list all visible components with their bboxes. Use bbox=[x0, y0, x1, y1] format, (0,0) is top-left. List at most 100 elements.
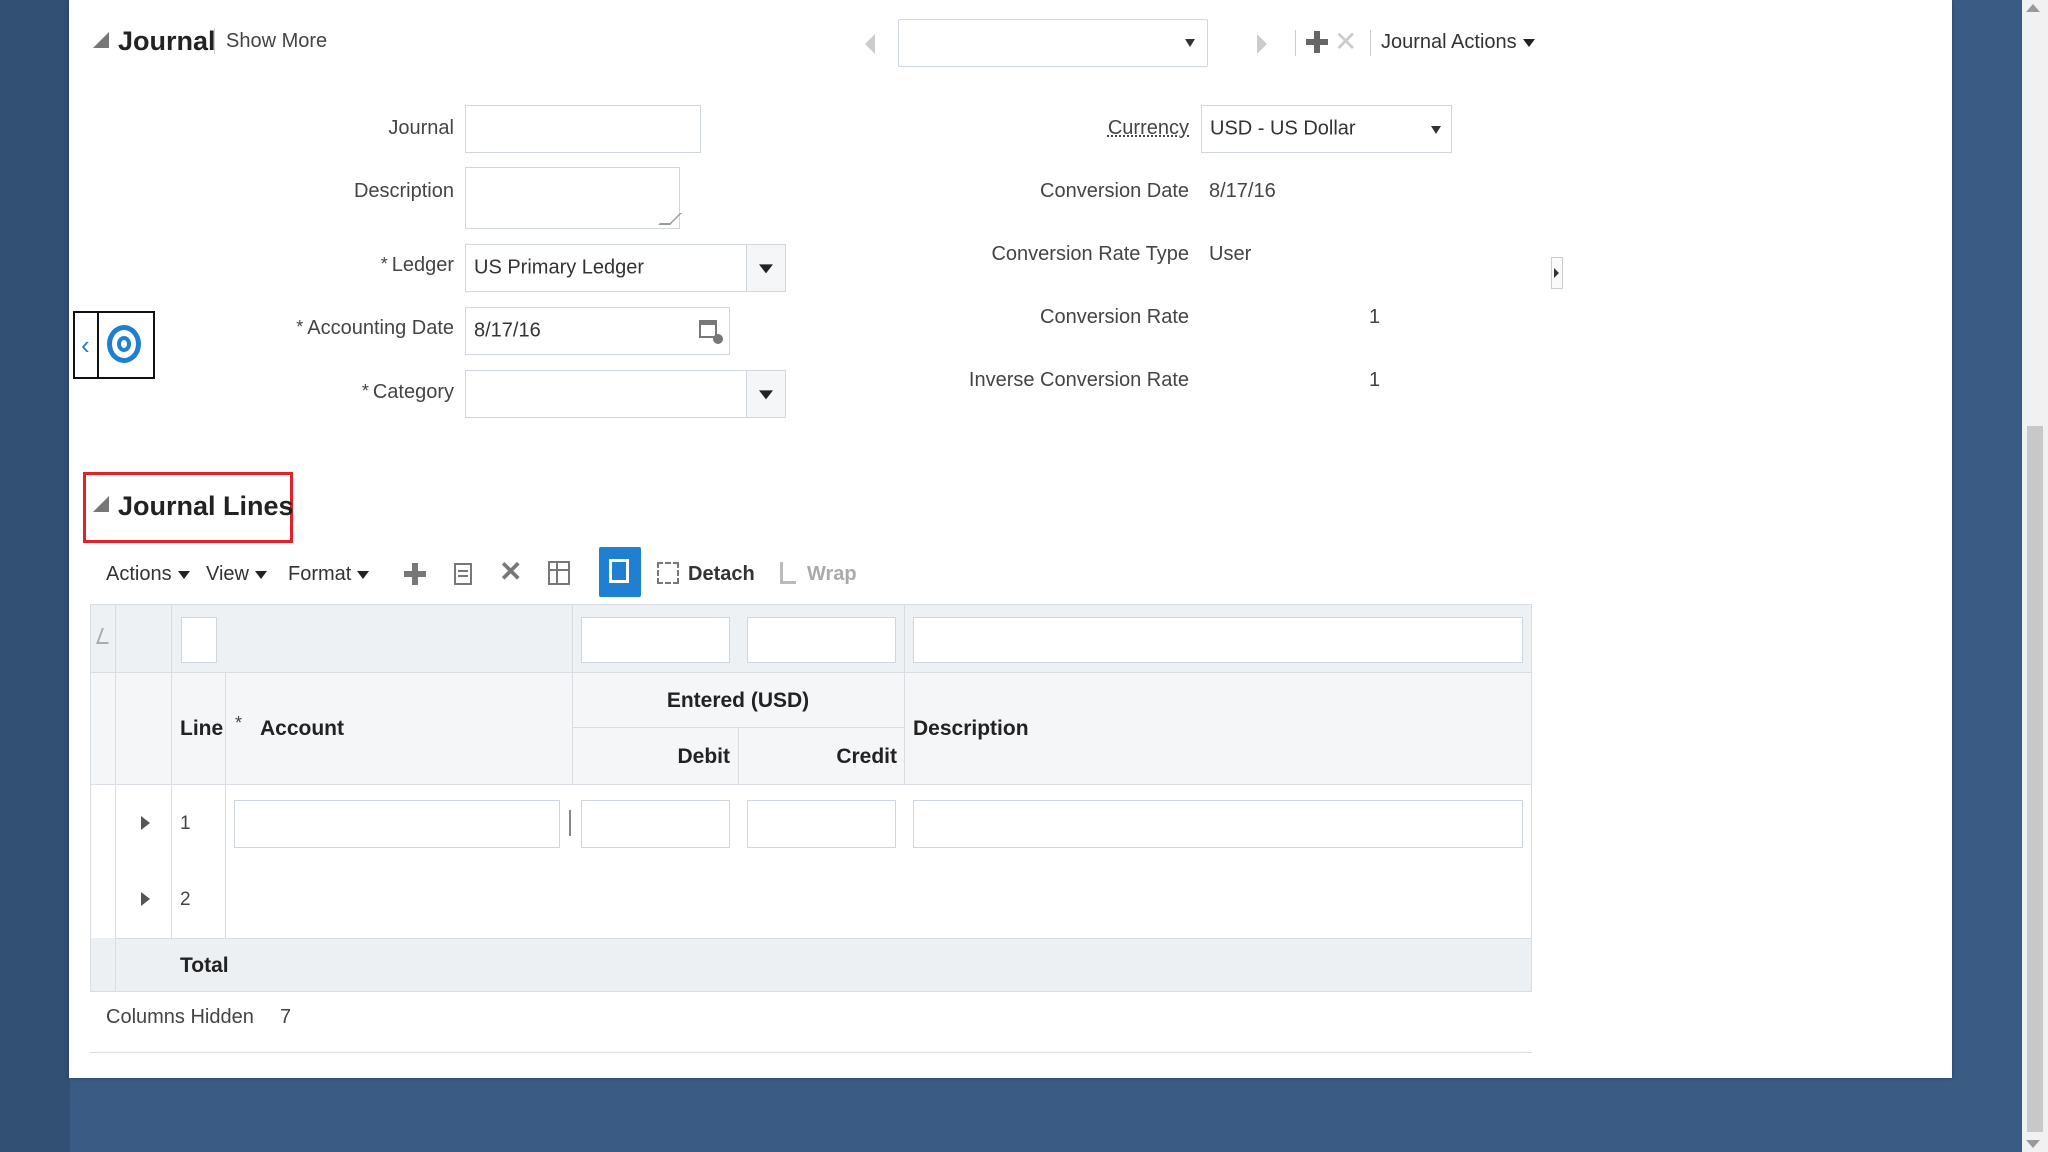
inverse-conversion-rate-label: Inverse Conversion Rate bbox=[968, 369, 1189, 391]
view-label: View bbox=[206, 563, 249, 585]
query-by-example-button[interactable] bbox=[599, 547, 641, 597]
column-header-description[interactable]: Description bbox=[913, 717, 1029, 741]
collapse-side-panel-button[interactable]: ‹ bbox=[75, 313, 99, 377]
chevron-down-icon bbox=[255, 570, 267, 579]
conversion-date-label: Conversion Date bbox=[1040, 180, 1189, 202]
inverse-conversion-rate-value: 1 bbox=[1369, 369, 1381, 391]
category-dropdown-button[interactable] bbox=[746, 371, 785, 417]
journal-actions-label: Journal Actions bbox=[1381, 31, 1517, 53]
conversion-date-value: 8/17/16 bbox=[1209, 180, 1276, 202]
divider bbox=[90, 1052, 1532, 1053]
add-row-icon[interactable] bbox=[404, 563, 426, 585]
total-row bbox=[91, 938, 1531, 991]
credit-input[interactable] bbox=[747, 800, 896, 848]
freeze-columns-icon[interactable] bbox=[548, 561, 570, 585]
next-icon[interactable] bbox=[1257, 34, 1267, 54]
currency-label[interactable]: Currency bbox=[1029, 117, 1189, 140]
conversion-rate-type-label: Conversion Rate Type bbox=[991, 243, 1189, 265]
scroll-down-icon[interactable] bbox=[2026, 1140, 2040, 1148]
filter-description-input[interactable] bbox=[913, 617, 1523, 663]
wrap-button[interactable]: Wrap bbox=[807, 563, 857, 586]
accounting-date-label-text: Accounting Date bbox=[307, 317, 454, 339]
required-mark: * bbox=[235, 713, 243, 733]
required-mark: * bbox=[380, 254, 388, 274]
columns-hidden-label: Columns Hidden bbox=[106, 1006, 254, 1028]
conversion-rate-value: 1 bbox=[1369, 306, 1381, 328]
journal-lines-title: Journal Lines bbox=[118, 491, 294, 521]
detach-icon bbox=[657, 562, 679, 584]
chevron-down-icon bbox=[759, 264, 773, 274]
journal-navigation-select[interactable] bbox=[898, 19, 1208, 67]
ledger-label-text: Ledger bbox=[391, 254, 454, 276]
collapse-journal-lines-icon[interactable] bbox=[93, 496, 109, 512]
line-number: 2 bbox=[180, 889, 191, 910]
account-lookup-divider bbox=[569, 810, 571, 836]
main-panel: Journal Show More ✕ Journal Actions Jour… bbox=[69, 0, 1952, 1078]
total-label: Total bbox=[180, 954, 229, 977]
format-label: Format bbox=[288, 563, 352, 585]
filter-credit-input[interactable] bbox=[747, 617, 896, 663]
required-mark: * bbox=[296, 317, 304, 337]
chevron-down-icon bbox=[177, 570, 190, 579]
divider bbox=[1295, 30, 1296, 56]
column-header-account[interactable]: Account bbox=[260, 717, 344, 741]
expand-row-icon[interactable] bbox=[141, 816, 150, 830]
chevron-down-icon bbox=[759, 390, 773, 400]
category-label-text: Category bbox=[372, 381, 454, 403]
column-header-debit[interactable]: Debit bbox=[572, 745, 731, 769]
category-select[interactable] bbox=[465, 370, 786, 418]
accounting-date-input[interactable]: 8/17/16 bbox=[465, 307, 730, 355]
chevron-down-icon bbox=[1431, 126, 1441, 134]
journal-actions-menu[interactable]: Journal Actions bbox=[1381, 31, 1535, 54]
chevron-left-icon: ‹ bbox=[81, 330, 90, 360]
accounting-date-label: * Accounting Date bbox=[209, 317, 454, 340]
line-description-input[interactable] bbox=[913, 800, 1523, 848]
description-textarea[interactable] bbox=[465, 167, 682, 229]
account-input[interactable] bbox=[234, 800, 560, 848]
expand-panel-handle[interactable] bbox=[1551, 257, 1563, 289]
chevron-down-icon bbox=[357, 570, 370, 579]
journal-input[interactable] bbox=[465, 105, 701, 153]
filter-debit-input[interactable] bbox=[581, 617, 730, 663]
journal-section-title: Journal bbox=[118, 26, 216, 56]
chevron-down-icon bbox=[1522, 38, 1535, 47]
help-circle-icon[interactable] bbox=[107, 325, 141, 363]
resize-handle-icon[interactable] bbox=[658, 213, 682, 225]
ledger-select[interactable]: US Primary Ledger bbox=[465, 244, 786, 292]
side-panel-toggle[interactable]: ‹ bbox=[73, 311, 155, 379]
expand-row-icon[interactable] bbox=[141, 892, 150, 906]
dropdown-arrow-icon bbox=[1185, 39, 1195, 47]
line-number: 1 bbox=[180, 813, 191, 834]
calendar-icon[interactable] bbox=[699, 320, 723, 344]
previous-icon[interactable] bbox=[865, 34, 875, 54]
ledger-dropdown-button[interactable] bbox=[746, 245, 785, 291]
scroll-up-icon[interactable] bbox=[2026, 4, 2040, 12]
delete-journal-icon[interactable]: ✕ bbox=[1334, 28, 1357, 56]
actions-menu[interactable]: Actions bbox=[106, 563, 190, 586]
ledger-label: * Ledger bbox=[269, 254, 454, 277]
chevron-right-icon bbox=[1554, 268, 1559, 278]
filter-line-input[interactable] bbox=[181, 617, 217, 663]
duplicate-row-icon[interactable] bbox=[454, 563, 472, 585]
detach-button[interactable]: Detach bbox=[688, 563, 755, 586]
category-label: * Category bbox=[269, 381, 454, 404]
column-header-entered: Entered (USD) bbox=[666, 689, 810, 712]
collapse-journal-icon[interactable] bbox=[93, 32, 109, 48]
vertical-scrollbar[interactable] bbox=[2022, 0, 2048, 1152]
currency-select[interactable]: USD - US Dollar bbox=[1201, 105, 1452, 153]
format-menu[interactable]: Format bbox=[288, 563, 370, 586]
show-more-link[interactable]: Show More bbox=[226, 30, 327, 53]
debit-input[interactable] bbox=[581, 800, 730, 848]
conversion-rate-type-value: User bbox=[1209, 243, 1252, 265]
view-menu[interactable]: View bbox=[206, 563, 267, 586]
wrap-icon bbox=[780, 562, 796, 584]
actions-label: Actions bbox=[106, 563, 172, 585]
accounting-date-value: 8/17/16 bbox=[474, 319, 541, 342]
ledger-value: US Primary Ledger bbox=[474, 256, 645, 279]
column-header-line[interactable]: Line bbox=[180, 717, 223, 741]
add-journal-icon[interactable] bbox=[1306, 31, 1328, 53]
columns-hidden-value: 7 bbox=[280, 1006, 292, 1028]
column-header-credit[interactable]: Credit bbox=[738, 745, 897, 769]
delete-row-icon[interactable]: ✕ bbox=[499, 558, 522, 586]
scrollbar-thumb[interactable] bbox=[2027, 426, 2043, 1132]
